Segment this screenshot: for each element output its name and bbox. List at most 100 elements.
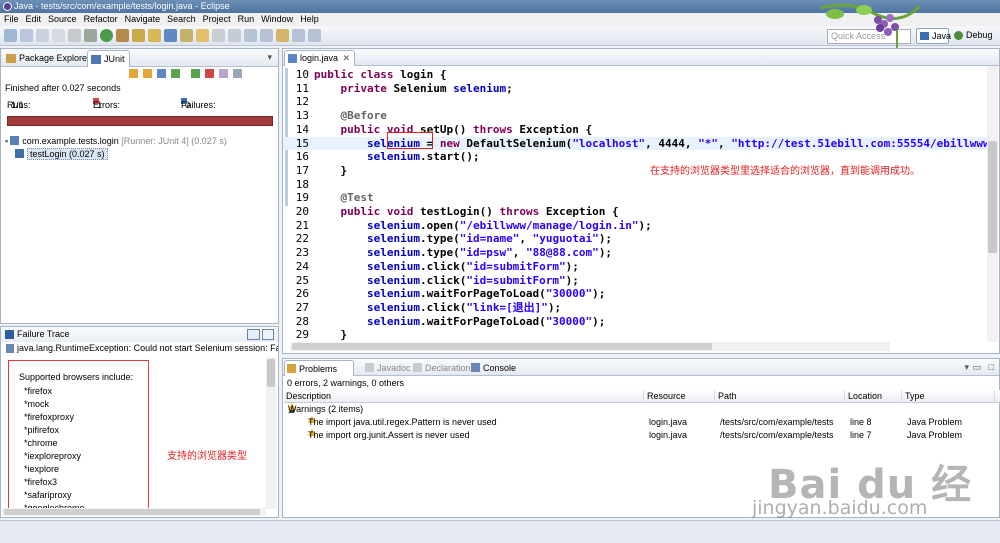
problem-resource: login.java [649, 417, 688, 427]
collapse-icon[interactable]: ▪ [5, 136, 8, 146]
code-token: ); [592, 314, 606, 328]
code-line[interactable]: 10 public class login { [283, 68, 988, 82]
code-line[interactable]: 25 selenium.click("id=submitForm"); [283, 274, 988, 288]
menu-search[interactable]: Search [167, 13, 201, 26]
search-icon[interactable] [196, 29, 209, 42]
tree-item-test[interactable]: testLogin (0.027 s) [5, 148, 275, 161]
code-line[interactable]: 29 } [283, 328, 988, 342]
code-line[interactable]: 22 selenium.type("id=name", "yuguotai"); [283, 232, 988, 246]
tab-login-java[interactable]: login.java ✕ [284, 50, 356, 66]
save-all-icon[interactable] [36, 29, 49, 42]
code-line[interactable]: 20 public void testLogin() throws Except… [283, 205, 988, 219]
col-type[interactable]: Type [905, 390, 995, 403]
annotation-next-icon[interactable] [244, 29, 257, 42]
view-menu-icon[interactable]: ▾ [267, 49, 272, 66]
tree-item-suite[interactable]: ▪ com.example.tests.login [Runner: JUnit … [5, 135, 275, 148]
print-icon[interactable] [52, 29, 65, 42]
col-path[interactable]: Path [718, 390, 845, 403]
exception-line[interactable]: java.lang.RuntimeException: Could not st… [1, 342, 278, 355]
trace-vscroll-thumb[interactable] [267, 359, 275, 387]
code-line[interactable]: 23 selenium.type("id=psw", "88@88.com"); [283, 246, 988, 260]
show-failures-only-icon[interactable] [157, 69, 166, 78]
scroll-lock-icon[interactable] [171, 69, 180, 78]
problem-row[interactable]: The import java.util.regex.Pattern is ne… [284, 416, 1000, 429]
filter-stack-trace-button[interactable] [247, 329, 260, 340]
tab-javadoc[interactable]: Javadoc [363, 360, 411, 376]
editor-vscroll-thumb[interactable] [988, 141, 997, 253]
build-icon[interactable] [68, 29, 81, 42]
new-icon[interactable] [4, 29, 17, 42]
close-icon[interactable]: ✕ [342, 51, 350, 66]
open-type-icon[interactable] [180, 29, 193, 42]
code-line[interactable]: 13 @Before [283, 109, 988, 123]
last-edit-icon[interactable] [276, 29, 289, 42]
editor-horizontal-scrollbar[interactable] [290, 342, 890, 351]
forward-icon[interactable] [308, 29, 321, 42]
console-icon [471, 363, 480, 372]
compare-result-button[interactable] [262, 329, 274, 340]
col-location[interactable]: Location [848, 390, 902, 403]
menu-file[interactable]: File [4, 13, 24, 26]
tab-package-explorer[interactable]: Package Explorer [3, 50, 94, 67]
perspective-debug-button[interactable]: Debug [951, 28, 999, 44]
menu-project[interactable]: Project [203, 13, 236, 26]
code-line[interactable]: 19 @Test [283, 191, 988, 205]
code-line[interactable]: 11 private Selenium selenium; [283, 82, 988, 96]
maximize-icon[interactable]: □ [989, 359, 994, 375]
menu-refactor[interactable]: Refactor [84, 13, 123, 26]
trace-vertical-scrollbar[interactable] [266, 357, 276, 509]
tab-console[interactable]: Console [469, 360, 516, 376]
rerun-failures-icon[interactable] [205, 69, 214, 78]
code-text: selenium.open("/ebillwww/manage/login.in… [314, 219, 652, 232]
warnings-group-row[interactable]: ◢Warnings (2 items) [284, 403, 1000, 416]
col-resource[interactable]: Resource [647, 390, 715, 403]
code-line[interactable]: 28 selenium.waitForPageToLoad("30000"); [283, 315, 988, 329]
next-failure-icon[interactable] [129, 69, 138, 78]
perspective-java-button[interactable]: Java [916, 28, 951, 44]
menu-navigate[interactable]: Navigate [125, 13, 166, 26]
col-description[interactable]: Description [286, 390, 644, 403]
code-token: "localhost" [572, 136, 646, 150]
code-token: "*" [698, 136, 719, 150]
history-icon[interactable] [233, 69, 242, 78]
editor-vertical-scrollbar[interactable] [987, 66, 998, 342]
external-tools-icon[interactable] [116, 29, 129, 42]
show-whitespace-icon[interactable] [228, 29, 241, 42]
browser-item: *safariproxy [24, 490, 72, 500]
tab-junit[interactable]: JUnit [87, 50, 130, 67]
run-icon[interactable] [100, 29, 113, 42]
trace-horizontal-scrollbar[interactable] [2, 508, 266, 516]
stop-test-icon[interactable] [219, 69, 228, 78]
minimize-icon[interactable]: ▭ [972, 359, 981, 375]
code-token: "link=[退出]" [466, 300, 548, 314]
save-icon[interactable] [20, 29, 33, 42]
prev-failure-icon[interactable] [143, 69, 152, 78]
code-area[interactable]: 10 public class login {11 private Seleniu… [283, 68, 988, 352]
menu-window[interactable]: Window [261, 13, 298, 26]
problem-row[interactable]: The import org.junit.Assert is never use… [284, 429, 1000, 442]
trace-hscroll-thumb[interactable] [4, 509, 260, 515]
code-line[interactable]: 21 selenium.open("/ebillwww/manage/login… [283, 219, 988, 233]
tab-declaration[interactable]: Declaration [411, 360, 471, 376]
view-menu-icon[interactable]: ▾ [964, 359, 969, 375]
back-icon[interactable] [292, 29, 305, 42]
code-line[interactable]: 18 [283, 178, 988, 192]
menu-run[interactable]: Run [238, 13, 260, 26]
toggle-mark-icon[interactable] [212, 29, 225, 42]
annotation-prev-icon[interactable] [260, 29, 273, 42]
menu-source[interactable]: Source [48, 13, 82, 26]
code-line[interactable]: 26 selenium.waitForPageToLoad("30000"); [283, 287, 988, 301]
menu-help[interactable]: Help [300, 13, 324, 26]
new-class-icon[interactable] [164, 29, 177, 42]
menu-edit[interactable]: Edit [26, 13, 47, 26]
editor-hscroll-thumb[interactable] [292, 343, 712, 350]
rerun-test-icon[interactable] [191, 69, 200, 78]
code-line[interactable]: 12 [283, 95, 988, 109]
tab-problems[interactable]: Problems [284, 360, 355, 376]
new-java-project-icon[interactable] [132, 29, 145, 42]
line-number: 17 [295, 163, 309, 177]
debug-icon[interactable] [84, 29, 97, 42]
new-package-icon[interactable] [148, 29, 161, 42]
code-line[interactable]: 27 selenium.click("link=[退出]"); [283, 301, 988, 315]
code-line[interactable]: 24 selenium.click("id=submitForm"); [283, 260, 988, 274]
